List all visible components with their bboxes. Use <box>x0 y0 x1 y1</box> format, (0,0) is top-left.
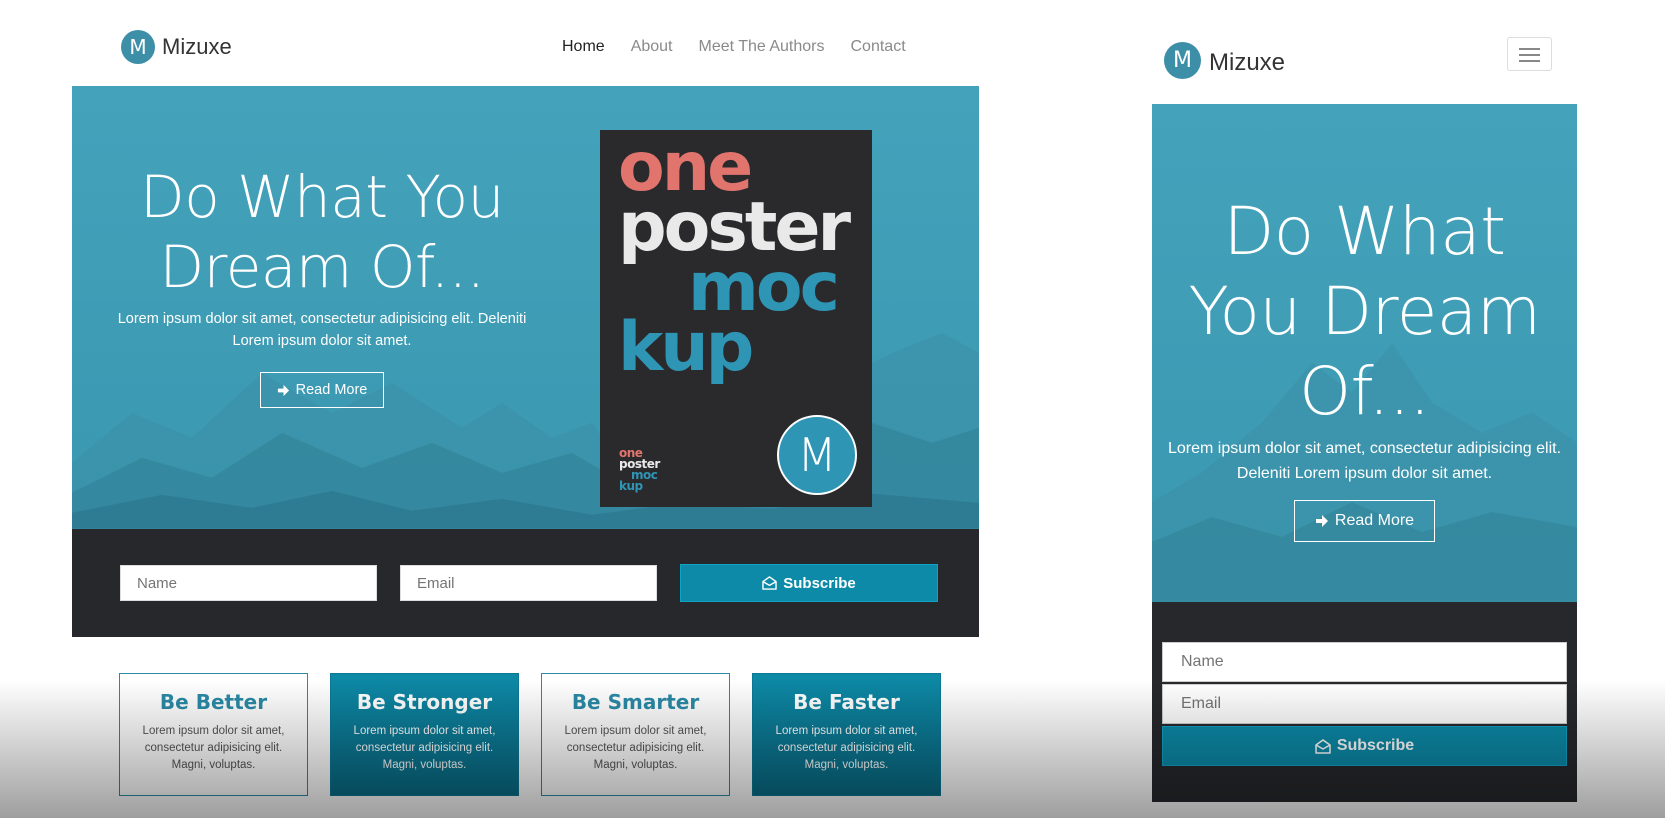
desktop-navbar: M Mizuxe Home About Meet The Authors Con… <box>72 0 979 86</box>
poster-mockup-image: one poster moc kup one poster moc kup M <box>600 130 872 507</box>
brand-logo-icon[interactable]: M <box>1164 42 1201 79</box>
hero-text-block: Do What You Dream Of... Lorem ipsum dolo… <box>112 162 532 408</box>
desktop-subscribe-bar: Subscribe <box>72 529 979 637</box>
card-text: Lorem ipsum dolor sit amet, consectetur … <box>564 725 707 771</box>
subscribe-label: Subscribe <box>1336 737 1415 754</box>
hero-subtext-line1: Lorem ipsum dolor sit amet, consectetur … <box>117 311 527 327</box>
nav-link-home[interactable]: Home <box>562 38 605 56</box>
arrow-right-icon <box>277 384 289 396</box>
mobile-mockup: M Mizuxe Do What You Dream Of... Lorem i… <box>1152 0 1577 818</box>
feature-cards: Be Better Lorem ipsum dolor sit amet, co… <box>119 673 941 796</box>
card-be-faster: Be Faster Lorem ipsum dolor sit amet, co… <box>752 673 941 796</box>
read-more-label: Read More <box>1334 512 1415 529</box>
envelope-open-icon <box>762 576 777 590</box>
hero-headline: Do What You Dream Of... <box>1188 193 1541 430</box>
poster-word-kup: kup <box>618 308 754 387</box>
hamburger-icon[interactable] <box>1507 37 1552 71</box>
hero-headline: Do What You Dream Of... <box>112 162 532 302</box>
hamburger-line <box>1519 60 1540 62</box>
brand-logo-icon[interactable]: M <box>121 30 155 64</box>
read-more-label: Read More <box>295 382 368 398</box>
mobile-hero: Do What You Dream Of... Lorem ipsum dolo… <box>1152 104 1577 602</box>
poster-wordmark: one poster moc kup <box>618 134 851 387</box>
subscribe-button[interactable]: Subscribe <box>680 564 938 602</box>
hero-subtext-line2: Lorem ipsum dolor sit amet. <box>232 333 412 349</box>
desktop-mockup: M Mizuxe Home About Meet The Authors Con… <box>72 0 979 818</box>
hamburger-line <box>1519 54 1540 56</box>
card-title: Be Better <box>159 690 268 714</box>
card-be-smarter: Be Smarter Lorem ipsum dolor sit amet, c… <box>541 673 730 796</box>
hero-text-block: Do What You Dream Of... Lorem ipsum dolo… <box>1162 192 1567 542</box>
mobile-navbar: M Mizuxe <box>1152 0 1577 104</box>
card-title: Be Stronger <box>356 690 493 714</box>
hero-subtext: Lorem ipsum dolor sit amet, consectetur … <box>112 308 532 352</box>
brand-name[interactable]: Mizuxe <box>162 34 232 60</box>
nav-link-contact[interactable]: Contact <box>851 38 906 56</box>
read-more-button[interactable]: Read More <box>259 372 385 408</box>
poster-badge-logo: M <box>777 415 857 495</box>
poster-small-wordmark: one poster moc kup <box>619 447 660 493</box>
card-be-stronger: Be Stronger Lorem ipsum dolor sit amet, … <box>330 673 519 796</box>
card-text: Lorem ipsum dolor sit amet, consectetur … <box>353 725 496 771</box>
hero-headline-line1: Do What You <box>140 163 504 231</box>
card-be-better: Be Better Lorem ipsum dolor sit amet, co… <box>119 673 308 796</box>
email-input[interactable] <box>1162 684 1567 724</box>
envelope-open-icon <box>1315 738 1331 754</box>
nav-link-about[interactable]: About <box>631 38 673 56</box>
brand-name[interactable]: Mizuxe <box>1209 49 1285 77</box>
card-text: Lorem ipsum dolor sit amet, consectetur … <box>142 725 285 771</box>
name-input[interactable] <box>120 565 377 601</box>
subscribe-button[interactable]: Subscribe <box>1162 726 1567 766</box>
name-input[interactable] <box>1162 642 1567 682</box>
card-title: Be Faster <box>793 690 900 714</box>
arrow-right-icon <box>1315 515 1328 527</box>
nav-link-authors[interactable]: Meet The Authors <box>699 38 825 56</box>
hero-subtext: Lorem ipsum dolor sit amet, consectetur … <box>1167 440 1562 482</box>
hero-headline-line2: Dream Of... <box>159 233 485 301</box>
mobile-subscribe-form: Subscribe <box>1152 602 1577 802</box>
card-text: Lorem ipsum dolor sit amet, consectetur … <box>775 725 918 771</box>
subscribe-label: Subscribe <box>783 574 856 592</box>
card-title: Be Smarter <box>571 690 700 714</box>
desktop-hero: Do What You Dream Of... Lorem ipsum dolo… <box>72 86 979 529</box>
email-input[interactable] <box>400 565 657 601</box>
read-more-button[interactable]: Read More <box>1293 500 1436 542</box>
poster-small-kup: kup <box>619 479 643 493</box>
hamburger-line <box>1519 48 1540 50</box>
desktop-nav-links: Home About Meet The Authors Contact <box>562 38 906 56</box>
